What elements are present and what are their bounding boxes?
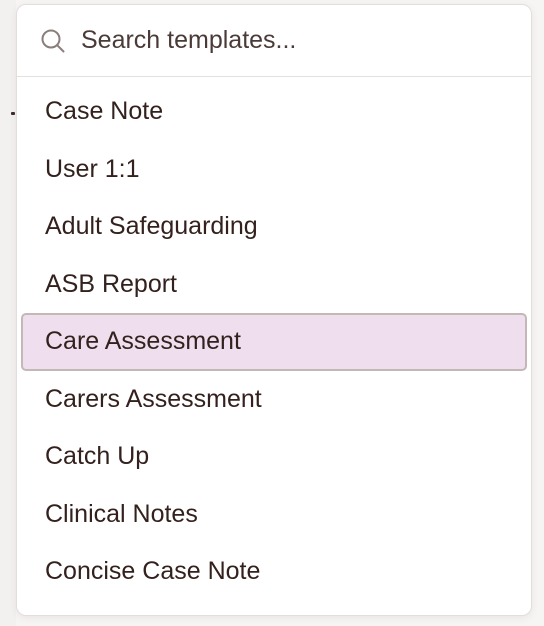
background-marker: [11, 112, 15, 115]
search-bar: [17, 5, 531, 77]
template-item-label: Clinical Notes: [45, 499, 198, 528]
template-item-label: Case Note: [45, 97, 164, 126]
template-item-label: Adult Safeguarding: [45, 212, 258, 241]
template-dropdown: Case Note User 1:1 Adult Safeguarding AS…: [16, 4, 532, 616]
template-item-catch-up[interactable]: Catch Up: [21, 428, 527, 486]
template-item-carers-assessment[interactable]: Carers Assessment: [21, 371, 527, 429]
template-item-clinical-notes[interactable]: Clinical Notes: [21, 486, 527, 544]
template-item-label: User 1:1: [45, 154, 140, 183]
template-item-label: Catch Up: [45, 442, 150, 471]
template-item-concise-case-note[interactable]: Concise Case Note: [21, 543, 527, 601]
template-item-user-1-1[interactable]: User 1:1: [21, 141, 527, 199]
search-icon: [39, 27, 67, 55]
template-item-asb-report[interactable]: ASB Report: [21, 256, 527, 314]
template-item-adult-safeguarding[interactable]: Adult Safeguarding: [21, 198, 527, 256]
template-list: Case Note User 1:1 Adult Safeguarding AS…: [17, 77, 531, 601]
search-input[interactable]: [81, 26, 481, 55]
template-item-label: Care Assessment: [45, 327, 241, 356]
background-page: [0, 0, 16, 626]
template-item-label: Concise Case Note: [45, 557, 261, 586]
template-item-case-note[interactable]: Case Note: [21, 83, 527, 141]
template-item-care-assessment[interactable]: Care Assessment: [21, 313, 527, 371]
template-item-label: Carers Assessment: [45, 384, 262, 413]
template-item-label: ASB Report: [45, 269, 178, 298]
